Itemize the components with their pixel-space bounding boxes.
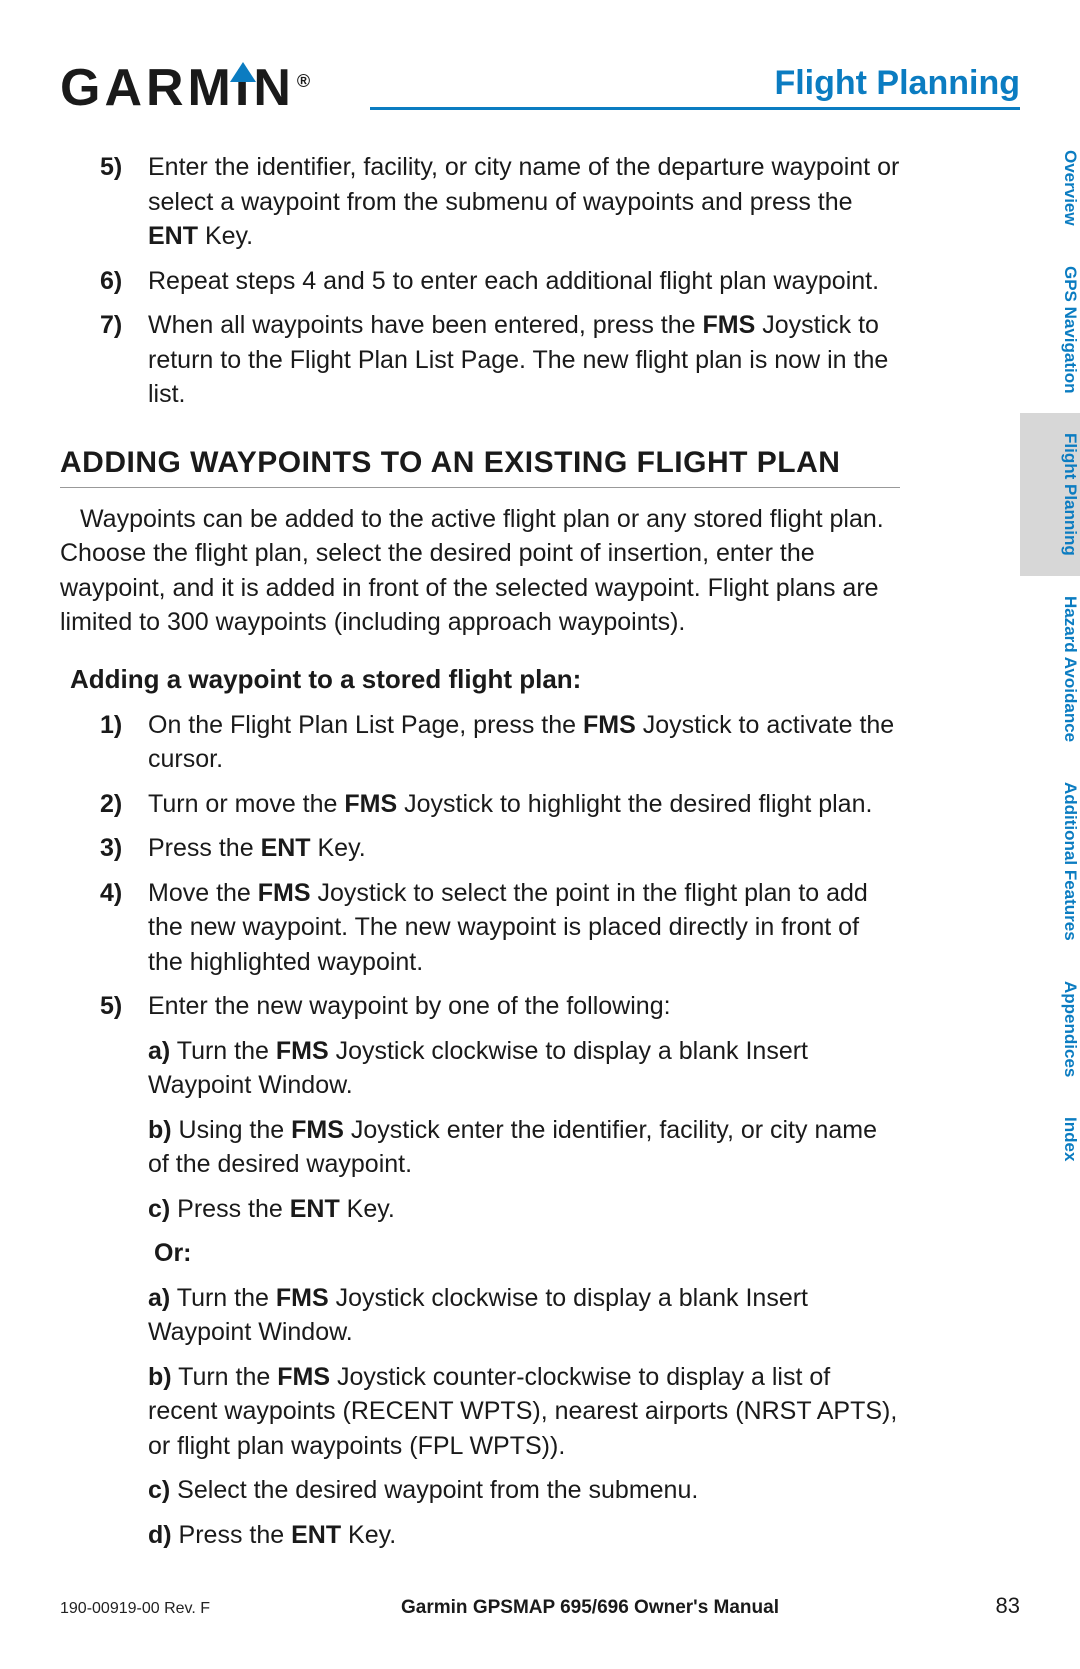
tab-additional-features[interactable]: Additional Features bbox=[1020, 762, 1080, 961]
intro-paragraph: Waypoints can be added to the active fli… bbox=[60, 502, 900, 640]
substep-group-1: a) Turn the FMS Joystick clockwise to di… bbox=[148, 1034, 900, 1553]
tab-overview[interactable]: Overview bbox=[1020, 130, 1080, 246]
stored-step-1: 1) On the Flight Plan List Page, press t… bbox=[100, 708, 900, 777]
subheading-stored-plan: Adding a waypoint to a stored flight pla… bbox=[70, 662, 900, 698]
stored-step-3: 3) Press the ENT Key. bbox=[100, 831, 900, 866]
tab-appendices[interactable]: Appendices bbox=[1020, 961, 1080, 1097]
logo-triangle-icon bbox=[230, 62, 256, 82]
page-footer: 190-00919-00 Rev. F Garmin GPSMAP 695/69… bbox=[60, 1593, 1020, 1619]
stored-step-4: 4) Move the FMS Joystick to select the p… bbox=[100, 876, 900, 980]
or-label: Or: bbox=[154, 1236, 900, 1271]
step-7: 7) When all waypoints have been entered,… bbox=[100, 308, 900, 412]
tab-gps-navigation[interactable]: GPS Navigation bbox=[1020, 246, 1080, 414]
page-number: 83 bbox=[970, 1593, 1020, 1619]
stored-step-2: 2) Turn or move the FMS Joystick to high… bbox=[100, 787, 900, 822]
step-5: 5) Enter the identifier, facility, or ci… bbox=[100, 150, 900, 254]
manual-title: Garmin GPSMAP 695/696 Owner's Manual bbox=[210, 1597, 970, 1619]
substep-a: a) Turn the FMS Joystick clockwise to di… bbox=[148, 1034, 900, 1103]
heading-adding-waypoints: ADDING WAYPOINTS TO AN EXISTING FLIGHT P… bbox=[60, 442, 900, 488]
substep-a2: a) Turn the FMS Joystick clockwise to di… bbox=[148, 1281, 900, 1350]
tab-index[interactable]: Index bbox=[1020, 1097, 1080, 1181]
page-content: 5) Enter the identifier, facility, or ci… bbox=[60, 150, 900, 1562]
garmin-logo: GARMIN® bbox=[60, 50, 340, 110]
tab-flight-planning[interactable]: Flight Planning bbox=[1020, 413, 1080, 576]
stored-step-5: 5) Enter the new waypoint by one of the … bbox=[100, 989, 900, 1562]
section-title: Flight Planning bbox=[370, 64, 1020, 110]
substep-d2: d) Press the ENT Key. bbox=[148, 1518, 900, 1553]
substep-c2: c) Select the desired waypoint from the … bbox=[148, 1473, 900, 1508]
side-tabs: Overview GPS Navigation Flight Planning … bbox=[1020, 130, 1080, 1181]
step-6: 6) Repeat steps 4 and 5 to enter each ad… bbox=[100, 264, 900, 299]
page-header: GARMIN® Flight Planning bbox=[60, 50, 1020, 110]
logo-text: GARMIN® bbox=[60, 58, 314, 118]
continued-steps-list: 5) Enter the identifier, facility, or ci… bbox=[100, 150, 900, 412]
tab-hazard-avoidance[interactable]: Hazard Avoidance bbox=[1020, 576, 1080, 762]
doc-revision: 190-00919-00 Rev. F bbox=[60, 1600, 210, 1618]
manual-page: GARMIN® Flight Planning 5) Enter the ide… bbox=[0, 0, 1080, 1669]
substep-c: c) Press the ENT Key. bbox=[148, 1192, 900, 1227]
substep-b: b) Using the FMS Joystick enter the iden… bbox=[148, 1113, 900, 1182]
substep-b2: b) Turn the FMS Joystick counter-clockwi… bbox=[148, 1360, 900, 1464]
stored-plan-steps: 1) On the Flight Plan List Page, press t… bbox=[100, 708, 900, 1563]
